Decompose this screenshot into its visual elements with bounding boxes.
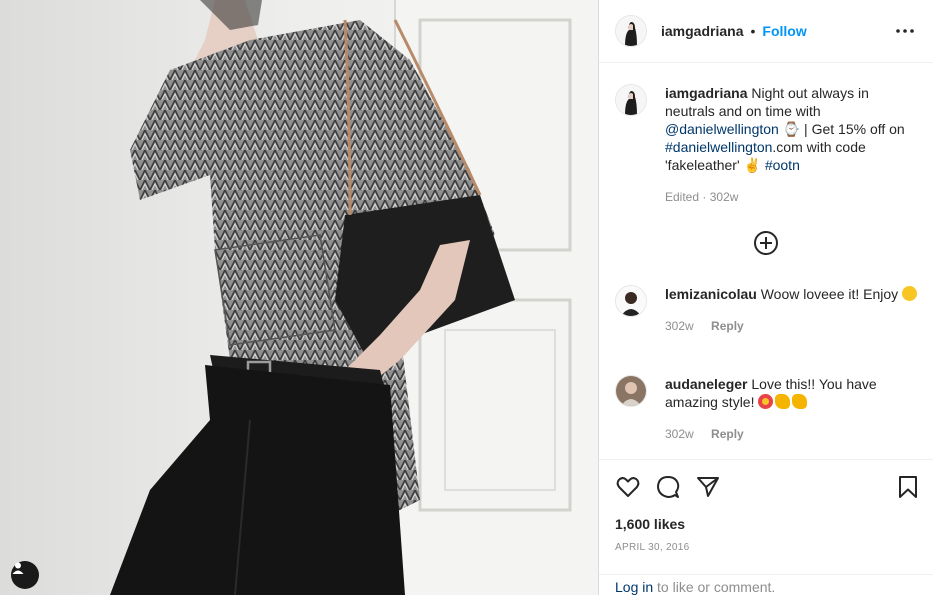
avatar-image (616, 376, 646, 406)
avatar-image (616, 286, 646, 316)
more-options-button[interactable] (893, 19, 917, 43)
comment-body: lemizanicolau Woow loveee it! Enjoy 302w… (665, 285, 919, 335)
caption-hashtag-2[interactable]: #ootn (765, 157, 800, 173)
post-actions: 1,600 likes APRIL 30, 2016 Log in to lik… (599, 459, 933, 595)
post-details-panel: iamgadriana • Follow iamgadriana Night o… (598, 0, 933, 595)
comment-text: Woow loveee it! Enjoy (756, 286, 903, 302)
comment-username[interactable]: audaneleger (665, 376, 747, 392)
comment-age: 302w (665, 427, 694, 441)
more-options-icon (896, 29, 914, 33)
post-photo[interactable] (0, 0, 598, 595)
avatar-image (616, 85, 646, 115)
reply-button[interactable]: Reply (711, 427, 744, 441)
caption-text-2: ⌚ | Get 15% off on (778, 121, 905, 137)
comment-body: audaneleger Love this!! You have amazing… (665, 375, 920, 443)
login-prompt: Log in to like or comment. (599, 574, 933, 599)
comments-section: iamgadriana Night out always in neutrals… (599, 63, 933, 459)
reply-button[interactable]: Reply (711, 319, 744, 333)
comment-item: audaneleger Love this!! You have amazing… (615, 375, 920, 443)
comment-age: 302w (665, 319, 694, 333)
commenter-avatar[interactable] (615, 285, 647, 317)
user-tag-icon (12, 562, 24, 574)
commenter-avatar[interactable] (615, 375, 647, 407)
edited-label: Edited (665, 190, 700, 204)
author-avatar[interactable] (615, 15, 647, 47)
comment-username[interactable]: lemizanicolau (665, 286, 757, 302)
caption-body: iamgadriana Night out always in neutrals… (665, 84, 920, 206)
heart-icon[interactable] (615, 474, 641, 500)
comment-item: lemizanicolau Woow loveee it! Enjoy 302w… (615, 285, 920, 335)
heart-eyes-icon (758, 394, 774, 409)
plus-circle-icon (754, 231, 778, 255)
action-icons (615, 474, 735, 500)
caption-age: 302w (709, 190, 739, 204)
ok-hand-icon (792, 394, 808, 409)
caption-mention[interactable]: @danielwellington (665, 121, 779, 137)
caption-hashtag-1[interactable]: #danielwellington (665, 139, 772, 155)
bookmark-icon[interactable] (896, 474, 920, 500)
ok-hand-icon (775, 394, 791, 409)
header-separator: • (750, 23, 756, 39)
outfit-photo-illustration (0, 0, 598, 595)
share-icon[interactable] (695, 474, 721, 500)
post-date: APRIL 30, 2016 (615, 542, 690, 553)
caption-avatar[interactable] (615, 84, 647, 116)
follow-button[interactable]: Follow (762, 23, 806, 39)
caption-meta: Edited · 302w (665, 188, 920, 206)
meta-separator: · (702, 190, 707, 204)
avatar-image (616, 16, 646, 46)
login-link[interactable]: Log in (615, 579, 653, 595)
load-more-comments-button[interactable] (753, 230, 779, 256)
caption-username[interactable]: iamgadriana (665, 85, 747, 101)
comment-icon[interactable] (655, 474, 681, 500)
post-caption: iamgadriana Night out always in neutrals… (615, 84, 920, 206)
comment-meta: 302w Reply (665, 425, 920, 443)
comment-meta: 302w Reply (665, 317, 919, 335)
kissing-face-icon (902, 286, 918, 301)
login-text: to like or comment. (653, 579, 776, 595)
author-username[interactable]: iamgadriana (661, 23, 743, 39)
post-header: iamgadriana • Follow (599, 0, 933, 63)
tagged-users-button[interactable] (11, 561, 39, 589)
likes-count[interactable]: 1,600 likes (615, 516, 685, 532)
